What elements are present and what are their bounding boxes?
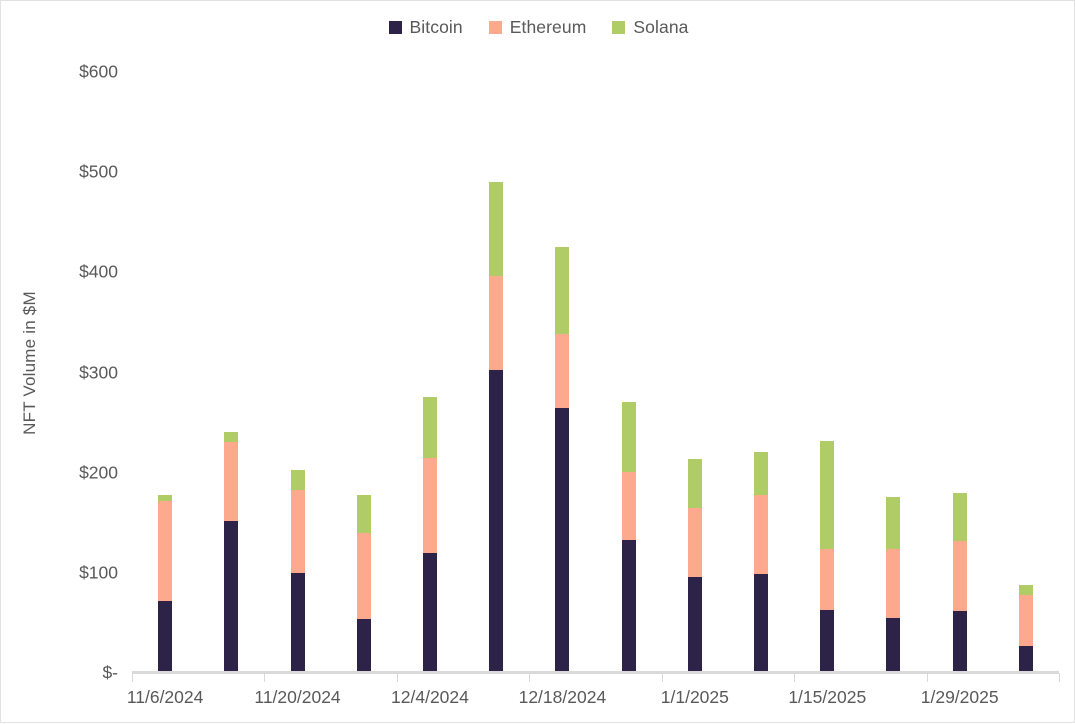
y-axis-title: NFT Volume in $M bbox=[15, 1, 45, 724]
plot-area bbox=[132, 72, 1059, 674]
bar-segment-bitcoin[interactable] bbox=[555, 407, 570, 673]
x-axis-tick-mark bbox=[264, 673, 266, 682]
bar-segment-solana[interactable] bbox=[886, 496, 901, 549]
bar-segment-ethereum[interactable] bbox=[290, 489, 305, 573]
bar-segment-solana[interactable] bbox=[356, 494, 371, 533]
bar-group[interactable] bbox=[489, 182, 504, 673]
legend-entry-solana[interactable]: Solana bbox=[612, 17, 688, 38]
bar-segment-ethereum[interactable] bbox=[687, 507, 702, 577]
bar-segment-bitcoin[interactable] bbox=[356, 618, 371, 673]
bar-segment-ethereum[interactable] bbox=[1018, 594, 1033, 646]
y-axis-tick-labels: $- $100 $200 $300 $400 $500 $600 bbox=[48, 62, 118, 683]
bar-segment-bitcoin[interactable] bbox=[158, 600, 173, 673]
bar-segment-bitcoin[interactable] bbox=[489, 369, 504, 673]
x-axis-tick-mark bbox=[926, 673, 928, 682]
x-axis-tick-marks bbox=[132, 673, 1060, 685]
bar-group[interactable] bbox=[952, 492, 967, 673]
bar-segment-ethereum[interactable] bbox=[754, 494, 769, 574]
bar-segment-solana[interactable] bbox=[224, 431, 239, 442]
bar-segment-solana[interactable] bbox=[952, 492, 967, 541]
legend-label: Bitcoin bbox=[409, 17, 463, 37]
bar-group[interactable] bbox=[224, 431, 239, 673]
x-axis-tick-mark bbox=[661, 673, 663, 682]
bar-group[interactable] bbox=[687, 458, 702, 673]
bar-segment-bitcoin[interactable] bbox=[754, 573, 769, 673]
x-axis-tick-mark bbox=[1059, 673, 1060, 682]
chart-legend: Bitcoin Ethereum Solana bbox=[1, 17, 1075, 38]
legend-swatch-icon bbox=[488, 21, 502, 34]
bar-segment-solana[interactable] bbox=[555, 247, 570, 335]
bar-group[interactable] bbox=[158, 494, 173, 673]
bar-segment-ethereum[interactable] bbox=[158, 500, 173, 601]
y-axis-tick-label: $300 bbox=[79, 362, 118, 382]
bar-group[interactable] bbox=[555, 247, 570, 673]
legend-swatch-icon bbox=[388, 21, 402, 34]
bar-segment-bitcoin[interactable] bbox=[687, 576, 702, 673]
bar-group[interactable] bbox=[820, 440, 835, 673]
bar-segment-bitcoin[interactable] bbox=[886, 617, 901, 673]
bar-segment-ethereum[interactable] bbox=[621, 471, 636, 540]
bar-group[interactable] bbox=[1018, 584, 1033, 673]
x-axis-tick-labels: 11/6/2024 11/20/2024 12/4/2024 12/18/2024 1/… bbox=[127, 687, 1059, 715]
bar-segment-bitcoin[interactable] bbox=[952, 610, 967, 673]
x-axis-tick-label: 1/29/2025 bbox=[920, 687, 999, 707]
x-axis-tick-label: 12/4/2024 bbox=[391, 687, 469, 707]
x-axis-tick-label: 1/15/2025 bbox=[788, 687, 867, 707]
y-axis-tick-label: $500 bbox=[79, 161, 118, 182]
bar-segment-ethereum[interactable] bbox=[224, 441, 239, 521]
bar-segment-ethereum[interactable] bbox=[356, 532, 371, 619]
bar-segment-solana[interactable] bbox=[290, 469, 305, 490]
bar-segment-ethereum[interactable] bbox=[422, 457, 437, 553]
x-axis-tick-label: 1/1/2025 bbox=[660, 687, 729, 707]
bar-group[interactable] bbox=[422, 396, 437, 673]
y-axis-tick-label: $200 bbox=[79, 462, 118, 483]
bar-segment-ethereum[interactable] bbox=[489, 276, 504, 370]
bar-segment-solana[interactable] bbox=[754, 451, 769, 495]
bar-group[interactable] bbox=[886, 496, 901, 673]
bar-segment-bitcoin[interactable] bbox=[1018, 645, 1033, 673]
bar-segment-solana[interactable] bbox=[1018, 584, 1033, 595]
bar-segment-solana[interactable] bbox=[687, 458, 702, 508]
x-axis-tick-label: 11/6/2024 bbox=[126, 687, 204, 707]
bar-segment-solana[interactable] bbox=[422, 396, 437, 458]
bar-segment-ethereum[interactable] bbox=[555, 334, 570, 408]
x-axis-tick-mark bbox=[529, 673, 531, 682]
x-axis-tick-mark bbox=[132, 673, 133, 682]
bar-segment-bitcoin[interactable] bbox=[290, 572, 305, 673]
nft-volume-stacked-bar-chart: Bitcoin Ethereum Solana NFT Volume in $M $… bbox=[0, 0, 1075, 723]
bar-segment-bitcoin[interactable] bbox=[422, 552, 437, 673]
bar-group[interactable] bbox=[356, 494, 371, 673]
bar-segment-ethereum[interactable] bbox=[820, 548, 835, 610]
x-axis-tick-mark bbox=[794, 673, 796, 682]
y-axis-tick-label: $400 bbox=[79, 261, 118, 282]
legend-label: Solana bbox=[633, 17, 689, 37]
legend-entry-bitcoin[interactable]: Bitcoin bbox=[388, 17, 463, 38]
bar-group[interactable] bbox=[290, 469, 305, 673]
bar-series-container bbox=[132, 72, 1059, 673]
bar-segment-solana[interactable] bbox=[820, 440, 835, 549]
x-axis-tick-label: 11/20/2024 bbox=[254, 687, 341, 707]
bar-segment-bitcoin[interactable] bbox=[621, 539, 636, 673]
y-axis-tick-label: $- bbox=[102, 662, 118, 683]
x-axis-tick-label: 12/18/2024 bbox=[518, 687, 607, 707]
legend-label: Ethereum bbox=[509, 17, 587, 37]
bar-segment-solana[interactable] bbox=[621, 401, 636, 472]
legend-entry-ethereum[interactable]: Ethereum bbox=[488, 17, 587, 38]
bar-segment-bitcoin[interactable] bbox=[820, 609, 835, 673]
x-axis-tick-mark bbox=[396, 673, 398, 682]
bar-group[interactable] bbox=[621, 401, 636, 673]
y-axis-tick-label: $100 bbox=[79, 562, 118, 583]
bar-segment-bitcoin[interactable] bbox=[224, 520, 239, 673]
y-axis-title-label: NFT Volume in $M bbox=[20, 290, 40, 435]
y-axis-tick-label: $600 bbox=[79, 61, 118, 82]
bar-segment-solana[interactable] bbox=[489, 182, 504, 277]
bar-group[interactable] bbox=[754, 451, 769, 673]
bar-segment-ethereum[interactable] bbox=[952, 540, 967, 611]
legend-swatch-icon bbox=[612, 21, 626, 34]
bar-segment-ethereum[interactable] bbox=[886, 548, 901, 618]
